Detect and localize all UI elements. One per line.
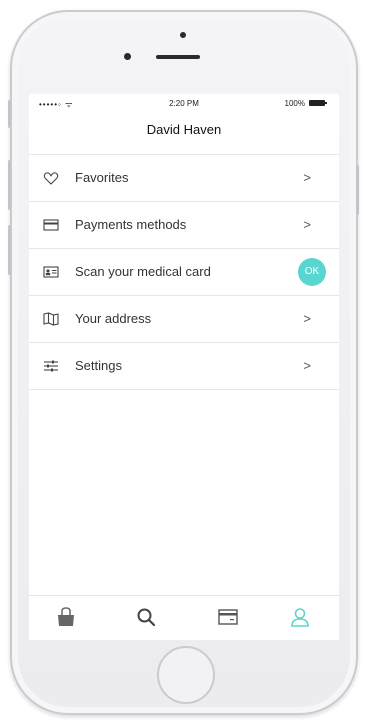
shopping-bag-icon[interactable] (55, 606, 77, 628)
menu-item-label: Settings (75, 358, 122, 373)
menu-item-label: Favorites (75, 170, 129, 185)
profile-menu: Favorites > Payments methods > Scan your… (29, 154, 339, 390)
search-icon[interactable] (135, 606, 157, 628)
power-button (356, 165, 359, 215)
page-title: David Haven (146, 122, 222, 137)
chevron-right-icon: > (303, 358, 311, 373)
sliders-icon (44, 360, 58, 372)
card-icon (43, 219, 59, 231)
home-button[interactable] (157, 646, 215, 704)
map-icon (43, 312, 59, 326)
heart-icon (43, 172, 59, 185)
phone-screen: •••••◦ ᯤ 2:20 PM 100% David Haven Favori… (29, 94, 339, 640)
menu-item-settings[interactable]: Settings > (29, 343, 339, 390)
menu-item-payments[interactable]: Payments methods > (29, 202, 339, 249)
menu-item-label: Payments methods (75, 217, 187, 232)
id-card-icon (43, 266, 59, 278)
chevron-right-icon: > (303, 311, 311, 326)
menu-item-scan-medical-card[interactable]: Scan your medical card OK (29, 249, 339, 296)
menu-item-label: Scan your medical card (75, 264, 211, 279)
tab-bar (29, 595, 339, 640)
earpiece-speaker (156, 55, 200, 59)
user-icon[interactable] (289, 606, 311, 628)
battery-percentage: 100% (284, 99, 305, 108)
status-bar: •••••◦ ᯤ 2:20 PM 100% (29, 94, 339, 112)
volume-down-button (8, 225, 11, 275)
ok-badge: OK (298, 258, 326, 286)
menu-item-favorites[interactable]: Favorites > (29, 155, 339, 202)
front-camera (180, 32, 186, 38)
mute-switch (8, 100, 11, 128)
chevron-right-icon: > (303, 217, 311, 232)
card-icon[interactable] (217, 606, 239, 628)
menu-item-address[interactable]: Your address > (29, 296, 339, 343)
proximity-sensor (124, 53, 131, 60)
volume-up-button (8, 160, 11, 210)
menu-item-label: Your address (75, 311, 152, 326)
chevron-right-icon: > (303, 170, 311, 185)
battery-icon (309, 100, 327, 106)
